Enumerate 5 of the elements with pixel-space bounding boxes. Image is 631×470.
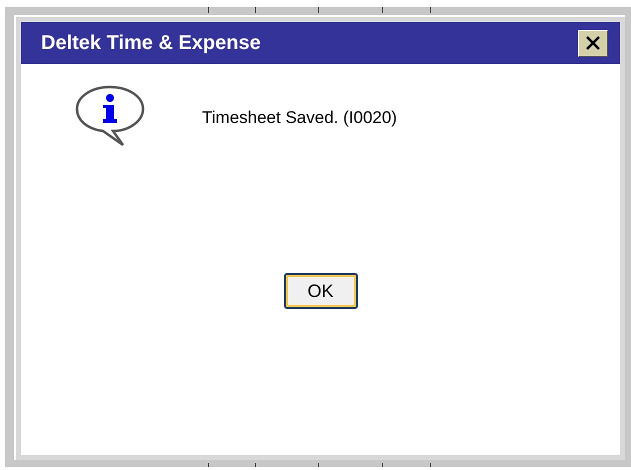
close-icon (585, 35, 601, 51)
window-title: Deltek Time & Expense (41, 31, 261, 56)
ok-button[interactable]: OK (284, 273, 358, 309)
message-text: Timesheet Saved. (I0020) (202, 107, 397, 130)
close-button[interactable] (578, 30, 608, 56)
